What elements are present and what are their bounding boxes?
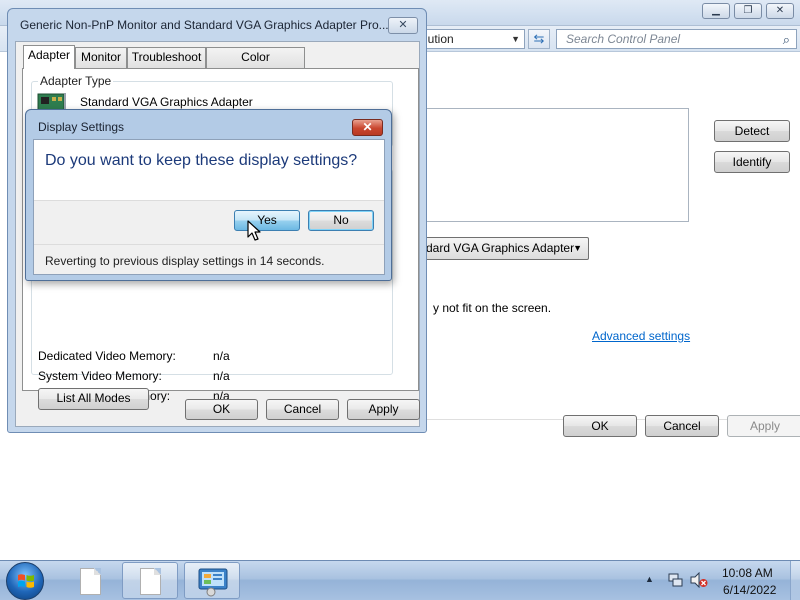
modal-title: Display Settings bbox=[38, 120, 125, 134]
bg-apply-button[interactable]: Apply bbox=[727, 415, 800, 437]
close-icon[interactable]: ✕ bbox=[352, 119, 383, 136]
display-settings-modal: Display Settings ✕ Do you want to keep t… bbox=[25, 109, 392, 281]
address-field[interactable]: lution ▼ bbox=[410, 29, 525, 49]
system-memory-label: System Video Memory: bbox=[38, 369, 162, 383]
taskbar-document-1[interactable] bbox=[62, 562, 118, 599]
cancel-button[interactable]: Cancel bbox=[266, 399, 339, 420]
dedicated-memory-label: Dedicated Video Memory: bbox=[38, 349, 176, 363]
search-input[interactable]: Search Control Panel ⌕ bbox=[556, 29, 797, 49]
taskbar-document-2[interactable] bbox=[122, 562, 178, 599]
close-button[interactable]: ✕ bbox=[766, 3, 794, 19]
apply-button[interactable]: Apply bbox=[347, 399, 420, 420]
divider bbox=[34, 200, 384, 201]
list-all-modes-button[interactable]: List All Modes bbox=[38, 388, 149, 410]
display-select-value: dard VGA Graphics Adapter bbox=[426, 241, 575, 255]
mouse-cursor-icon bbox=[247, 220, 261, 241]
search-placeholder: Search Control Panel bbox=[566, 32, 681, 46]
monitor-preview-area[interactable] bbox=[410, 108, 689, 222]
chevron-down-icon: ▼ bbox=[573, 243, 582, 253]
windows-logo-icon bbox=[18, 574, 34, 588]
bg-ok-button[interactable]: OK bbox=[563, 415, 637, 437]
document-icon bbox=[80, 568, 101, 595]
start-button[interactable] bbox=[6, 562, 44, 600]
volume-muted-icon[interactable] bbox=[690, 572, 708, 588]
adapter-name: Standard VGA Graphics Adapter bbox=[80, 95, 253, 109]
refresh-icon[interactable]: ⇆ bbox=[528, 29, 550, 49]
divider bbox=[34, 244, 384, 245]
bg-cancel-button[interactable]: Cancel bbox=[645, 415, 719, 437]
modal-content-area: Do you want to keep these display settin… bbox=[34, 140, 384, 200]
taskbar-control-panel[interactable] bbox=[184, 562, 240, 599]
fit-notice-text: y not fit on the screen. bbox=[433, 301, 552, 315]
network-icon[interactable] bbox=[667, 572, 683, 588]
dialog-title: Generic Non-PnP Monitor and Standard VGA… bbox=[20, 18, 389, 32]
document-icon bbox=[140, 568, 161, 595]
search-icon[interactable]: ⌕ bbox=[783, 31, 790, 49]
close-icon[interactable]: ✕ bbox=[388, 17, 418, 34]
system-memory-value: n/a bbox=[213, 369, 230, 383]
tab-monitor[interactable]: Monitor bbox=[75, 47, 127, 68]
tab-color-management[interactable]: Color Management bbox=[206, 47, 305, 83]
show-desktop-button[interactable] bbox=[790, 561, 800, 600]
tab-adapter[interactable]: Adapter bbox=[23, 45, 75, 69]
adapter-type-legend: Adapter Type bbox=[38, 74, 114, 88]
show-hidden-icons-button[interactable]: ▲ bbox=[645, 574, 654, 584]
advanced-settings-link[interactable]: Advanced settings bbox=[592, 329, 690, 343]
identify-button[interactable]: Identify bbox=[714, 151, 790, 173]
clock-date[interactable]: 6/14/2022 bbox=[723, 583, 776, 597]
control-panel-icon bbox=[198, 568, 228, 597]
taskbar: ▲ 10:08 AM 6/14/2022 bbox=[0, 560, 800, 600]
address-text: lution bbox=[425, 32, 454, 46]
detect-button[interactable]: Detect bbox=[714, 120, 790, 142]
yes-button[interactable]: Yes bbox=[234, 210, 300, 231]
display-select[interactable]: dard VGA Graphics Adapter ▼ bbox=[410, 237, 589, 260]
revert-countdown-text: Reverting to previous display settings i… bbox=[45, 254, 325, 268]
tab-troubleshoot[interactable]: Troubleshoot bbox=[127, 47, 206, 68]
maximize-button[interactable]: ❐ bbox=[734, 3, 762, 19]
chevron-down-icon[interactable]: ▼ bbox=[511, 30, 520, 48]
ok-button[interactable]: OK bbox=[185, 399, 258, 420]
no-button[interactable]: No bbox=[308, 210, 374, 231]
modal-body: Do you want to keep these display settin… bbox=[33, 139, 385, 275]
keep-settings-question: Do you want to keep these display settin… bbox=[45, 152, 358, 169]
clock-time[interactable]: 10:08 AM bbox=[722, 566, 773, 580]
minimize-button[interactable]: ▁ bbox=[702, 3, 730, 19]
dedicated-memory-value: n/a bbox=[213, 349, 230, 363]
